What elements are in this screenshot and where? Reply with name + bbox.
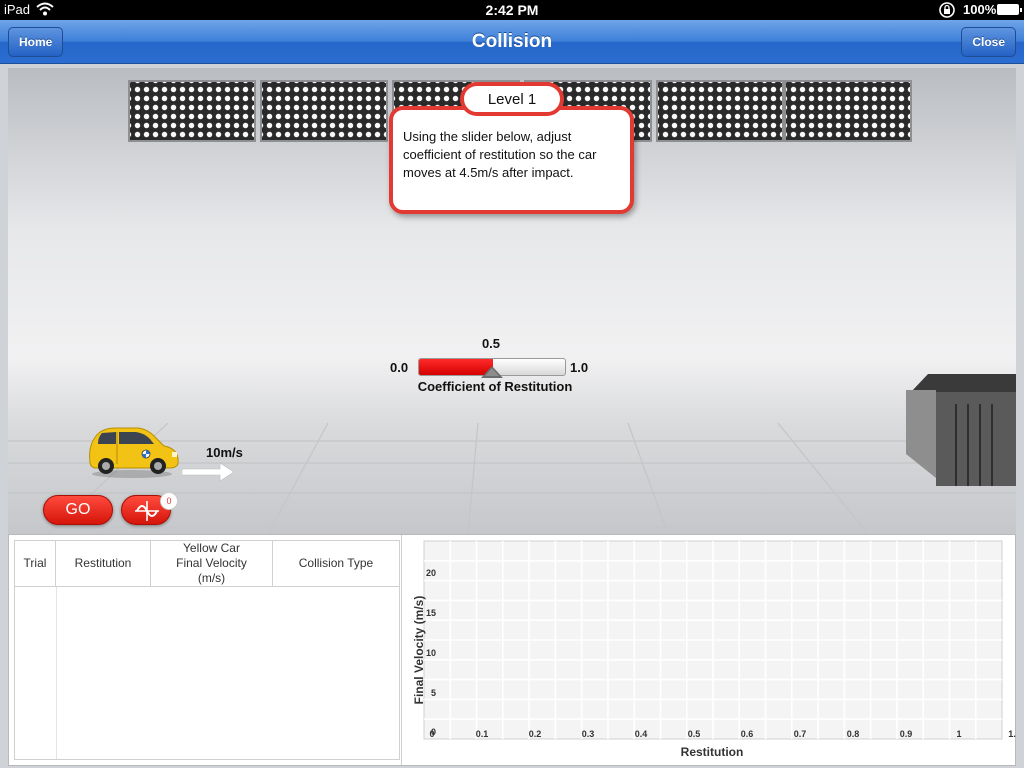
- graph-x-tick-label: 0.3: [582, 729, 595, 739]
- level-instruction-callout: Using the slider below, adjust coefficie…: [389, 106, 634, 214]
- light-panel: [784, 80, 912, 142]
- graph-y-axis-label: Final Velocity (m/s): [412, 595, 426, 705]
- graph-x-tick-label: 1.: [1008, 729, 1016, 739]
- graph-x-tick-label: 0.4: [635, 729, 648, 739]
- graph-x-tick-label: 0: [429, 729, 434, 739]
- simulation-scene: Using the slider below, adjust coefficie…: [8, 68, 1016, 534]
- light-panel: [128, 80, 256, 142]
- graph-x-tick-label: 0.6: [741, 729, 754, 739]
- column-header-final-velocity: Yellow Car Final Velocity (m/s): [151, 541, 273, 587]
- graph-plot: 201510500 0.1 0.2 0.3 0.4 0.5 0.6 0.7 0.8 0.9 1 1.: [423, 540, 1016, 740]
- go-button[interactable]: GO: [43, 495, 113, 525]
- graph-x-tick-label: 0.1: [476, 729, 489, 739]
- status-time: 2:42 PM: [485, 2, 539, 18]
- car-speed-label: 10m/s: [206, 445, 243, 460]
- graph-y-tick-label: 20: [426, 568, 436, 578]
- slider-max-label: 1.0: [570, 360, 589, 375]
- graph-x-tick-label: 0.9: [900, 729, 913, 739]
- column-divider: [56, 587, 57, 759]
- slider-min-label: 0.0: [390, 360, 409, 375]
- graph-y-tick-label: 15: [426, 608, 436, 618]
- column-header-restitution: Restitution: [56, 541, 151, 587]
- graph-x-tick-label: 0.5: [688, 729, 701, 739]
- trial-count-badge: 0: [160, 492, 178, 510]
- results-panel: Trial Restitution Yellow Car Final Veloc…: [8, 534, 1016, 766]
- instruction-text: Using the slider below, adjust coefficie…: [403, 129, 597, 180]
- battery-percent: 100%: [963, 2, 997, 17]
- level-title: Level 1: [460, 82, 564, 116]
- column-header-collision-type: Collision Type: [273, 541, 399, 587]
- velocity-arrow-icon: [182, 462, 234, 482]
- graph-x-tick-label: 0.2: [529, 729, 542, 739]
- slider-value: 0.5: [481, 336, 501, 351]
- velocity-graph: 20 15 10 5 0 0 0.1 0.2 0.3 0.4 0.5 0.6 0.7 0.8 0.9 1 1. …: [401, 535, 1016, 765]
- slider-label: Coefficient of Restitution: [417, 379, 573, 394]
- page-title: Collision: [471, 31, 553, 52]
- rotation-lock-icon: [939, 2, 955, 18]
- graph-y-tick-label: 10: [426, 648, 436, 658]
- graph-x-axis-label: Restitution: [680, 745, 744, 759]
- status-bar: iPad 2:42 PM 100%: [0, 0, 1024, 20]
- graph-x-tick-label: 0.7: [794, 729, 807, 739]
- graph-x-tick-label: 1: [956, 729, 961, 739]
- yellow-car: [89, 427, 179, 478]
- battery-icon: [997, 4, 1022, 15]
- graph-y-tick-label: 5: [431, 688, 436, 698]
- light-panel: [656, 80, 784, 142]
- graph-x-tick-label: 0.8: [847, 729, 860, 739]
- slider-thumb[interactable]: [481, 366, 503, 378]
- close-button[interactable]: Close: [961, 27, 1016, 57]
- light-panel: [260, 80, 388, 142]
- waveform-icon: [135, 501, 159, 521]
- column-header-trial: Trial: [15, 541, 56, 587]
- results-table: Trial Restitution Yellow Car Final Veloc…: [14, 540, 400, 760]
- nav-bar: Home Collision Close: [0, 20, 1024, 64]
- collision-wall: [906, 374, 1016, 486]
- app-root: iPad 2:42 PM 100% Home Collision Close U…: [0, 0, 1024, 768]
